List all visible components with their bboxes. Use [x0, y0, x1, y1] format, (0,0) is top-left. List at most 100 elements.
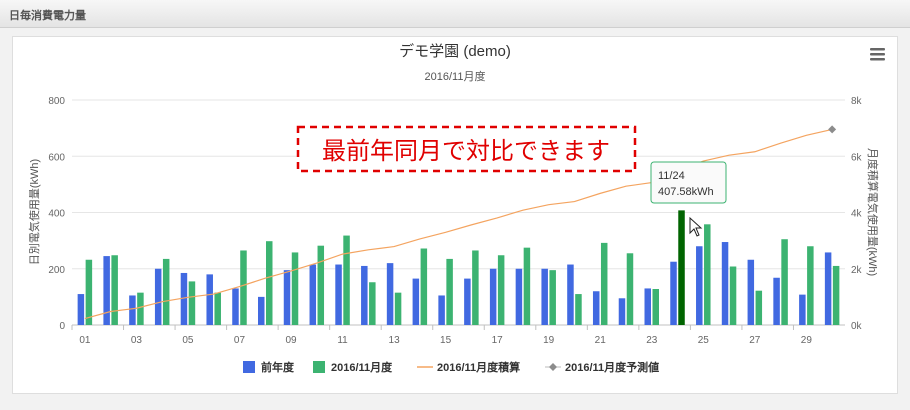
tooltip-date: 11/24: [658, 170, 685, 182]
forecast-point[interactable]: [828, 125, 837, 134]
bar-prev-year[interactable]: [412, 278, 420, 325]
bar-prev-year[interactable]: [361, 265, 368, 325]
x-tick-label: 25: [698, 335, 710, 346]
bar-current-month[interactable]: [214, 292, 221, 325]
bar-prev-year[interactable]: [515, 268, 523, 325]
bar-prev-year[interactable]: [464, 278, 471, 325]
x-tick-label: 03: [131, 335, 143, 346]
bar-current-month[interactable]: [369, 282, 376, 325]
bar-prev-year[interactable]: [773, 277, 780, 325]
legend-swatch: [313, 361, 325, 373]
legend-item-label[interactable]: 前年度: [261, 360, 295, 374]
bar-current-month[interactable]: [575, 294, 582, 325]
legend-item-label[interactable]: 2016/11月度: [331, 360, 393, 374]
cursor-icon: [689, 216, 703, 237]
x-tick-label: 17: [492, 335, 504, 346]
y-axis-left-label: 日別電気使用量(kWh): [27, 159, 41, 265]
bar-prev-year[interactable]: [438, 295, 445, 325]
bar-current-month[interactable]: [394, 292, 402, 325]
bar-current-month[interactable]: [807, 246, 814, 325]
chart-subtitle: 2016/11月度: [425, 69, 486, 83]
bar-prev-year[interactable]: [644, 288, 652, 325]
bar-current-month[interactable]: [523, 247, 531, 325]
hamburger-menu-icon: [870, 48, 885, 61]
y-left-tick-label: 800: [48, 96, 65, 107]
bar-current-month[interactable]: [549, 270, 556, 325]
bar-current-month[interactable]: [446, 258, 453, 325]
chart-title: デモ学園 (demo): [399, 42, 511, 60]
bar-prev-year[interactable]: [541, 268, 548, 325]
x-tick-label: 01: [79, 335, 91, 346]
annotation-box: 最前年同月で対比できます: [296, 125, 637, 173]
bar-current-month[interactable]: [85, 259, 93, 325]
bar-current-month[interactable]: [420, 248, 428, 326]
bar-prev-year[interactable]: [824, 252, 832, 325]
y-right-tick-label: 4k: [851, 209, 863, 220]
bar-current-month[interactable]: [266, 241, 273, 325]
bar-prev-year[interactable]: [747, 259, 755, 325]
y-right-tick-label: 8k: [851, 96, 863, 107]
bar-prev-year[interactable]: [592, 291, 600, 325]
y-left-tick-label: 200: [48, 265, 65, 276]
x-tick-label: 07: [234, 335, 246, 346]
bar-current-month[interactable]: [317, 245, 325, 325]
x-tick-label: 21: [595, 335, 607, 346]
bar-prev-year[interactable]: [206, 274, 213, 325]
x-tick-label: 23: [646, 335, 658, 346]
bar-prev-year[interactable]: [232, 288, 239, 325]
chart-menu-button[interactable]: [866, 44, 888, 64]
legend-item-label[interactable]: 2016/11月度予測値: [565, 360, 659, 374]
chart-svg: デモ学園 (demo) 2016/11月度 0 200 400 600 800 0k 2k…: [27, 42, 888, 374]
bar-current-month[interactable]: [291, 252, 299, 325]
bar-current-month[interactable]: [704, 224, 711, 325]
bar-prev-year[interactable]: [154, 268, 162, 325]
bar-prev-year[interactable]: [721, 242, 729, 325]
bar-current-month[interactable]: [111, 255, 118, 325]
bar-current-month[interactable]: [497, 255, 505, 325]
bar-current-month[interactable]: [137, 292, 144, 325]
bar-prev-year[interactable]: [335, 264, 342, 325]
bar-prev-year[interactable]: [386, 263, 394, 325]
bar-prev-year[interactable]: [180, 272, 188, 325]
bar-prev-year[interactable]: [129, 295, 136, 325]
y-right-tick-label: 2k: [851, 265, 863, 276]
bar-current-month[interactable]: [755, 290, 763, 325]
bar-current-month[interactable]: [162, 258, 170, 325]
bar-current-month[interactable]: [832, 265, 840, 325]
bar-prev-year[interactable]: [489, 268, 497, 325]
left-axis: 0 200 400 600 800: [48, 96, 65, 332]
bar-current-month[interactable]: [240, 250, 247, 325]
bar-prev-year[interactable]: [77, 294, 85, 325]
legend-item-label[interactable]: 2016/11月度積算: [437, 360, 520, 374]
x-tick-label: 19: [543, 335, 555, 346]
x-tick-label: 05: [182, 335, 194, 346]
bar-prev-year[interactable]: [283, 270, 291, 325]
bar-prev-year[interactable]: [258, 296, 265, 325]
bar-current-month[interactable]: [652, 289, 660, 325]
y-axis-right-label: 月度積算電気使用量(kWh): [866, 148, 880, 276]
bar-prev-year[interactable]: [696, 246, 703, 325]
bar-prev-year[interactable]: [567, 264, 574, 325]
bar-current-month[interactable]: [626, 253, 634, 325]
bar-prev-year[interactable]: [799, 294, 806, 325]
x-tick-label: 15: [440, 335, 452, 346]
bar-current-month[interactable]: [472, 250, 479, 325]
x-tick-label: 29: [801, 335, 813, 346]
bar-current-month[interactable]: [343, 235, 350, 325]
bar-current-month[interactable]: [188, 281, 196, 325]
y-right-tick-label: 0k: [851, 321, 863, 332]
bar-prev-year[interactable]: [309, 264, 317, 325]
bar-prev-year[interactable]: [618, 298, 626, 325]
bar-prev-year[interactable]: [670, 261, 677, 325]
bar-current-month[interactable]: [729, 266, 737, 326]
bar-current-month[interactable]: [600, 242, 608, 325]
bar-current-month[interactable]: [678, 210, 685, 325]
x-tick-label: 13: [389, 335, 401, 346]
bar-current-month[interactable]: [781, 239, 788, 325]
bar-series: [77, 210, 840, 326]
right-axis: 0k 2k 4k 6k 8k: [851, 96, 863, 332]
bar-prev-year[interactable]: [103, 256, 110, 325]
y-right-tick-label: 6k: [851, 152, 863, 163]
x-tick-label: 09: [285, 335, 297, 346]
y-left-tick-label: 0: [59, 321, 65, 332]
